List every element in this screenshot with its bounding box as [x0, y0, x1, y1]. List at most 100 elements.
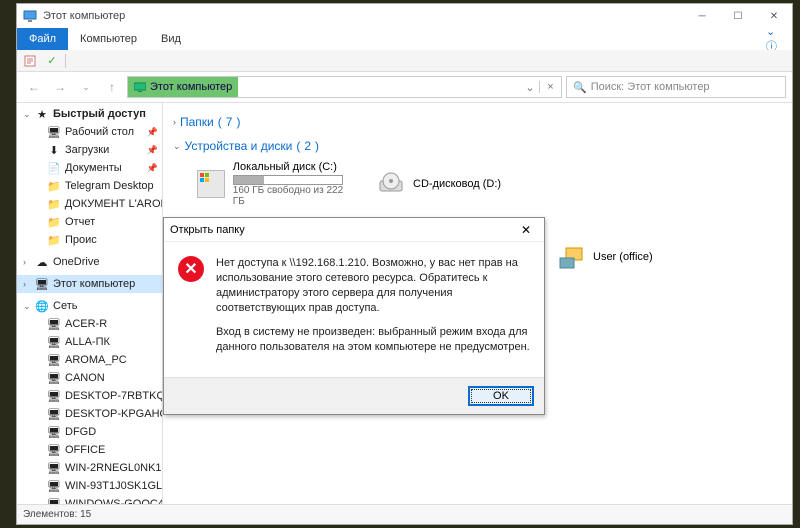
sidebar-label: Быстрый доступ [53, 108, 146, 120]
computer-icon: 🖥 [47, 479, 61, 493]
star-icon: ★ [35, 107, 49, 121]
thispc-icon [23, 9, 37, 23]
dialog-ok-button[interactable]: OK [468, 386, 534, 406]
net-location[interactable]: User (office) [557, 243, 717, 271]
sidebar-item[interactable]: 🖥Рабочий стол📌 [17, 123, 162, 141]
computer-icon: 🖥 [47, 497, 61, 504]
pin-icon: 📌 [147, 163, 158, 174]
sidebar-item[interactable]: 📁Telegram Desktop [17, 177, 162, 195]
address-box[interactable]: Этот компьютер ⌄ × [127, 76, 562, 98]
item-label: User (office) [593, 251, 653, 263]
dialog-titlebar: Открыть папку ✕ [164, 218, 544, 242]
sidebar-thispc[interactable]: ›🖥Этот компьютер [17, 275, 162, 293]
search-placeholder: Поиск: Этот компьютер [591, 81, 710, 93]
dialog-close-button[interactable]: ✕ [514, 223, 538, 237]
sidebar-onedrive[interactable]: ›☁OneDrive [17, 253, 162, 271]
computer-icon: 🖥 [47, 443, 61, 457]
window-title: Этот компьютер [43, 10, 125, 22]
chevron-right-icon: › [23, 279, 31, 289]
chevron-down-icon: ⌄ [173, 141, 181, 152]
netfolder-icon [557, 243, 585, 271]
folder-icon: 📁 [47, 233, 61, 247]
documents-icon: 📄 [47, 161, 61, 175]
chevron-right-icon: › [173, 117, 176, 127]
addressbar: ← → ⌄ ↑ Этот компьютер ⌄ × 🔍 Поиск: Этот… [17, 72, 792, 102]
sidebar-item[interactable]: 📄Документы📌 [17, 159, 162, 177]
sidebar-item[interactable]: 📁Проис [17, 231, 162, 249]
back-button[interactable]: ← [23, 76, 45, 98]
computer-icon: 🖥 [47, 425, 61, 439]
folder-icon: 📁 [47, 215, 61, 229]
sidebar-item[interactable]: 🖥DESKTOP-KPGAHQU [17, 405, 162, 423]
drive-c[interactable]: Локальный диск (C:) 160 ГБ свободно из 2… [197, 161, 357, 207]
chevron-down-icon: ⌄ [23, 301, 31, 312]
sidebar-item[interactable]: 🖥CANON [17, 369, 162, 387]
sidebar-quick-access[interactable]: ⌄ ★ Быстрый доступ [17, 105, 162, 123]
pin-icon: 📌 [147, 145, 158, 156]
sidebar-item[interactable]: 🖥DFGD [17, 423, 162, 441]
computer-icon: 🖥 [47, 317, 61, 331]
disc-icon [377, 170, 405, 198]
drive-icon [197, 170, 225, 198]
address-segment[interactable]: Этот компьютер [128, 77, 238, 97]
error-icon: ✕ [178, 256, 204, 282]
menu-computer[interactable]: Компьютер [68, 28, 149, 50]
checkmark-icon[interactable]: ✓ [43, 52, 61, 70]
sidebar-item[interactable]: 📁Отчет [17, 213, 162, 231]
status-text: Элементов: 15 [23, 509, 91, 520]
error-dialog: Открыть папку ✕ ✕ Нет доступа к \\192.16… [163, 217, 545, 415]
computer-icon: 🖥 [47, 335, 61, 349]
computer-icon: 🖥 [47, 461, 61, 475]
quick-toolbar: ✓ [17, 50, 792, 72]
search-input[interactable]: 🔍 Поиск: Этот компьютер [566, 76, 786, 98]
up-button[interactable]: ↑ [101, 76, 123, 98]
sidebar-item[interactable]: 📁ДОКУМЕНТ L'AROMA [17, 195, 162, 213]
sidebar-item[interactable]: 🖥OFFICE [17, 441, 162, 459]
sidebar-network[interactable]: ⌄🌐Сеть [17, 297, 162, 315]
menubar: Файл Компьютер Вид ⌄ ⓘ [17, 28, 792, 50]
chevron-right-icon: › [23, 257, 31, 267]
thispc-icon: 🖥 [35, 277, 49, 291]
computer-icon: 🖥 [47, 353, 61, 367]
drive-label: CD-дисковод (D:) [413, 178, 501, 190]
desktop-icon: 🖥 [47, 125, 61, 139]
sidebar-item[interactable]: ⬇Загрузки📌 [17, 141, 162, 159]
network-icon: 🌐 [35, 299, 49, 313]
computer-icon: 🖥 [47, 407, 61, 421]
menu-file[interactable]: Файл [17, 28, 68, 50]
drive-d[interactable]: CD-дисковод (D:) [377, 161, 537, 207]
pin-icon: 📌 [147, 127, 158, 138]
search-icon: 🔍 [573, 81, 587, 94]
computer-icon: 🖥 [47, 371, 61, 385]
dialog-message-2: Вход в систему не произведен: выбранный … [216, 325, 530, 355]
dialog-title: Открыть папку [170, 224, 245, 236]
menu-view[interactable]: Вид [149, 28, 193, 50]
dialog-message-1: Нет доступа к \\192.168.1.210. Возможно,… [216, 256, 530, 315]
drive-label: Локальный диск (C:) [233, 161, 357, 173]
address-dropdown-icon[interactable]: ⌄ [521, 81, 539, 94]
computer-icon: 🖥 [47, 389, 61, 403]
help-icon[interactable]: ⌄ ⓘ [766, 28, 786, 50]
statusbar: Элементов: 15 [17, 504, 792, 524]
folder-icon: 📁 [47, 179, 61, 193]
sidebar: ⌄ ★ Быстрый доступ 🖥Рабочий стол📌 ⬇Загру… [17, 103, 163, 504]
sidebar-item[interactable]: 🖥ALLA-ПК [17, 333, 162, 351]
group-drives[interactable]: ⌄ Устройства и диски (2) [173, 133, 782, 157]
sidebar-item[interactable]: 🖥WIN-93T1J0SK1GL [17, 477, 162, 495]
folder-icon: 📁 [47, 197, 61, 211]
drive-usage-bar [233, 175, 343, 185]
chevron-down-icon: ⌄ [23, 109, 31, 120]
sidebar-item[interactable]: 🖥DESKTOP-7RBTKQA [17, 387, 162, 405]
forward-button[interactable]: → [49, 76, 71, 98]
sidebar-item[interactable]: 🖥AROMA_PC [17, 351, 162, 369]
recent-dropdown[interactable]: ⌄ [75, 76, 97, 98]
group-folders[interactable]: › Папки (7) [173, 109, 782, 133]
drive-sub: 160 ГБ свободно из 222 ГБ [233, 185, 357, 207]
maximize-button[interactable]: ☐ [720, 4, 756, 28]
minimize-button[interactable]: ─ [684, 4, 720, 28]
sidebar-item[interactable]: 🖥WIN-2RNEGL0NK1I [17, 459, 162, 477]
sidebar-item[interactable]: 🖥ACER-R [17, 315, 162, 333]
refresh-button[interactable]: × [539, 81, 561, 93]
sidebar-item[interactable]: 🖥WINDOWS-GQOC4SK [17, 495, 162, 504]
properties-icon[interactable] [21, 52, 39, 70]
